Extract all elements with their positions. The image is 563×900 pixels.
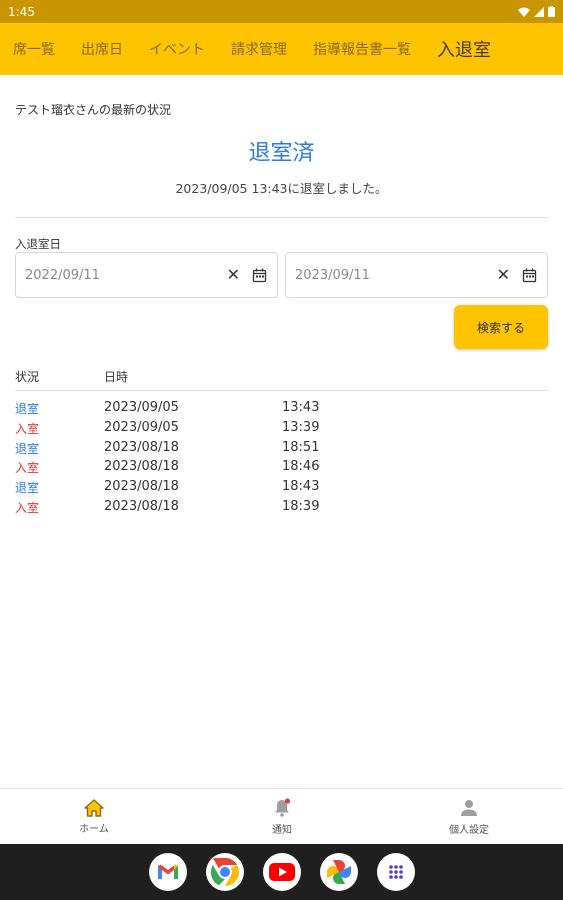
date-range-label: 入退室日	[15, 237, 61, 251]
tab-billing[interactable]: 請求管理	[218, 39, 300, 59]
row-time: 18:43	[282, 479, 320, 495]
tab-entry-exit[interactable]: 入退室	[424, 36, 504, 62]
row-date: 2023/09/05	[104, 419, 179, 435]
status-bar: 1:45	[0, 0, 563, 23]
row-time: 13:39	[282, 419, 320, 435]
date-to-field[interactable]: ✕	[285, 252, 548, 298]
latest-status-caption: テスト瑠衣さんの最新の状況	[15, 103, 172, 117]
app-drawer-icon[interactable]	[376, 853, 415, 891]
row-status: 入室	[15, 500, 40, 515]
calendar-icon[interactable]	[522, 268, 537, 283]
column-header-datetime: 日時	[104, 370, 129, 384]
date-from-input[interactable]	[25, 267, 227, 283]
youtube-icon[interactable]	[262, 853, 301, 891]
gmail-icon[interactable]	[148, 853, 187, 891]
row-date: 2023/09/05	[104, 400, 179, 415]
row-date: 2023/08/18	[104, 459, 179, 475]
top-tabbar: 席一覧 出席日 イベント 請求管理 指導報告書一覧 入退室	[0, 23, 563, 75]
row-time: 18:46	[282, 459, 320, 475]
clear-icon[interactable]: ✕	[227, 267, 240, 283]
nav-personal-settings-label: 個人設定	[449, 825, 489, 836]
row-status: 退室	[15, 402, 40, 416]
nav-personal-settings[interactable]: 個人設定	[375, 789, 563, 845]
calendar-icon[interactable]	[252, 268, 267, 283]
table-row: 退室 2023/08/18 18:51	[15, 440, 548, 460]
row-status: 入室	[15, 461, 40, 476]
nav-home[interactable]: ホーム	[0, 789, 188, 845]
date-to-input[interactable]	[295, 267, 497, 283]
tab-seat-list[interactable]: 席一覧	[0, 39, 68, 59]
tab-report-list[interactable]: 指導報告書一覧	[300, 39, 424, 59]
table-header: 状況 日時	[15, 365, 548, 391]
nav-home-label: ホーム	[79, 824, 109, 835]
nav-notification[interactable]: 通知	[188, 789, 376, 845]
row-date: 2023/08/18	[104, 439, 179, 455]
column-header-status: 状況	[15, 370, 40, 384]
bell-icon	[275, 798, 291, 817]
history-list: 退室 2023/09/05 13:43 入室 2023/09/05 13:39 …	[15, 400, 548, 519]
tab-event[interactable]: イベント	[136, 39, 218, 59]
status-time: 1:45	[8, 4, 35, 19]
latest-status-value: 退室済	[248, 141, 315, 166]
row-date: 2023/08/18	[104, 479, 179, 495]
status-icons	[518, 6, 555, 17]
signal-icon	[534, 6, 544, 17]
row-time: 18:39	[282, 498, 320, 514]
wifi-icon	[518, 7, 530, 17]
tab-attendance-day[interactable]: 出席日	[68, 39, 136, 59]
row-status: 退室	[15, 481, 40, 496]
date-from-field[interactable]: ✕	[15, 252, 278, 298]
bottom-nav: ホーム 通知 個人設定	[0, 788, 563, 844]
row-status: 入室	[15, 421, 40, 436]
nav-notification-label: 通知	[272, 825, 292, 836]
person-icon	[461, 800, 477, 816]
table-row: 入室 2023/09/05 13:39	[15, 420, 548, 440]
search-button[interactable]: 検索する	[454, 305, 548, 349]
row-status: 退室	[15, 441, 40, 456]
photos-icon[interactable]	[319, 853, 358, 891]
battery-icon	[548, 6, 555, 17]
table-row: 入室 2023/08/18 18:39	[15, 499, 548, 519]
row-time: 18:51	[282, 439, 320, 455]
row-date: 2023/08/18	[104, 498, 179, 514]
table-row: 入室 2023/08/18 18:46	[15, 459, 548, 479]
row-time: 13:43	[282, 400, 320, 415]
divider	[15, 217, 548, 218]
clear-icon[interactable]: ✕	[497, 267, 510, 283]
latest-status-message: 2023/09/05 13:43に退室しました。	[175, 181, 388, 196]
system-app-bar	[0, 844, 563, 900]
home-icon	[84, 799, 104, 817]
chrome-icon[interactable]	[205, 853, 244, 891]
table-row: 退室 2023/08/18 18:43	[15, 479, 548, 499]
table-row: 退室 2023/09/05 13:43	[15, 400, 548, 420]
